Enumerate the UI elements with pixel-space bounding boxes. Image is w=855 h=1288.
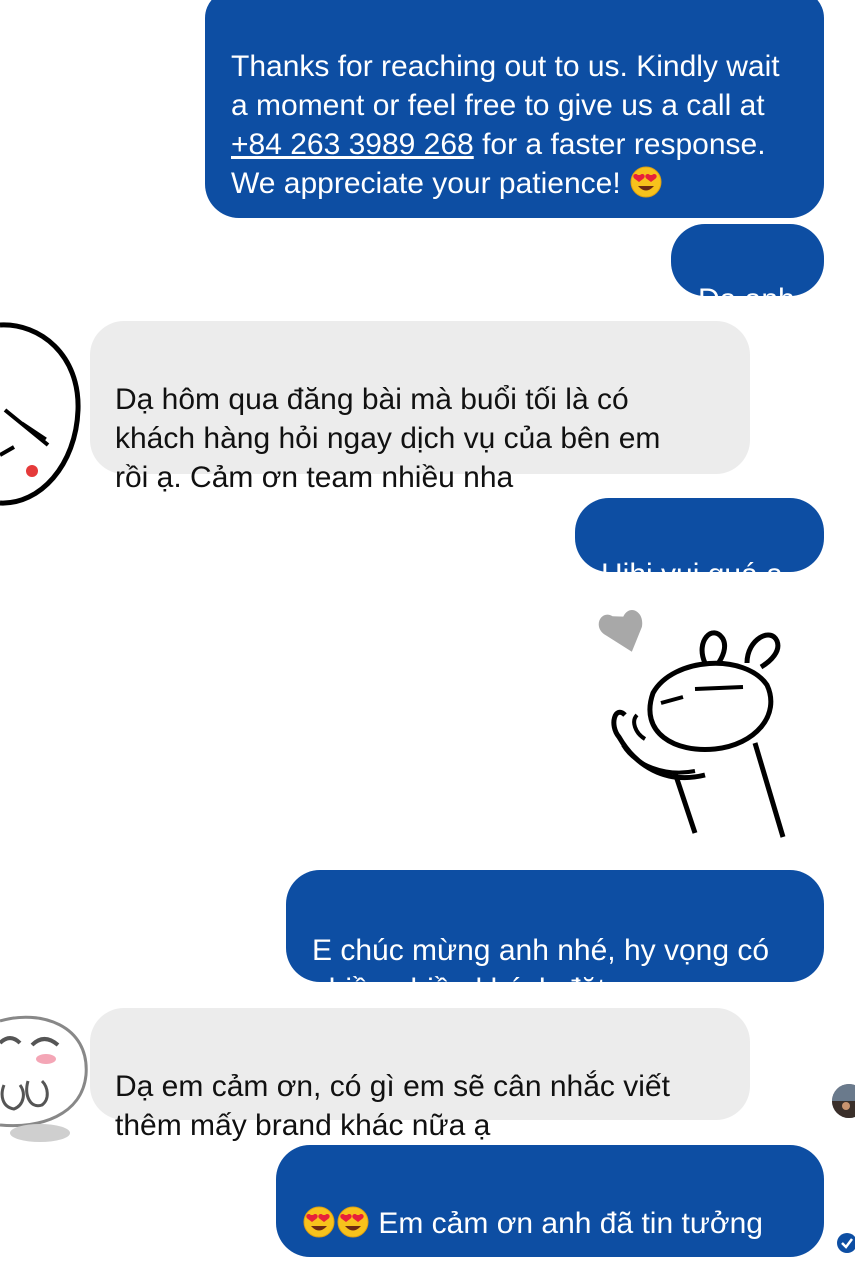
message-da-anh[interactable]: Dạ anh [671, 224, 824, 316]
message-incoming-2[interactable]: Dạ em cảm ơn, có gì em sẽ cân nhắc viết … [90, 1008, 750, 1142]
message-hihi[interactable]: Hihi vui quá ạ [575, 498, 824, 591]
message-text: Em cảm ơn anh đã tin tưởng TGROUP ạ [302, 1207, 763, 1285]
face-sticker-icon[interactable] [0, 315, 85, 510]
message-text: Dạ anh [698, 283, 795, 316]
blush-face-sticker-icon[interactable] [0, 1005, 90, 1145]
message-chuc-mung[interactable]: E chúc mừng anh nhé, hy vọng có nhiều nh… [286, 870, 824, 1006]
bunny-with-heart-sticker[interactable] [595, 605, 795, 845]
seen-avatar-icon [832, 1084, 855, 1118]
message-text: Hihi vui quá ạ [601, 558, 783, 591]
heart-eyes-emoji-icon [302, 1205, 336, 1249]
heart-eyes-emoji-icon [336, 1205, 370, 1249]
message-text: Dạ em cảm ơn, có gì em sẽ cân nhắc viết … [115, 1070, 670, 1142]
message-incoming-1[interactable]: Dạ hôm qua đăng bài mà buổi tối là có kh… [90, 321, 750, 494]
message-auto-reply[interactable]: Thanks for reaching out to us. Kindly wa… [205, 0, 824, 218]
auto-reply-text-start: Thanks for reaching out to us. Kindly wa… [231, 50, 780, 122]
delivered-check-icon [836, 1232, 855, 1254]
message-cam-on[interactable]: Em cảm ơn anh đã tin tưởng TGROUP ạ [276, 1145, 824, 1285]
phone-number-link[interactable]: +84 263 3989 268 [231, 128, 474, 161]
heart-eyes-emoji-icon [629, 165, 663, 209]
message-text: E chúc mừng anh nhé, hy vọng có nhiều nh… [312, 934, 770, 1006]
message-text: Dạ hôm qua đăng bài mà buổi tối là có kh… [115, 383, 661, 494]
